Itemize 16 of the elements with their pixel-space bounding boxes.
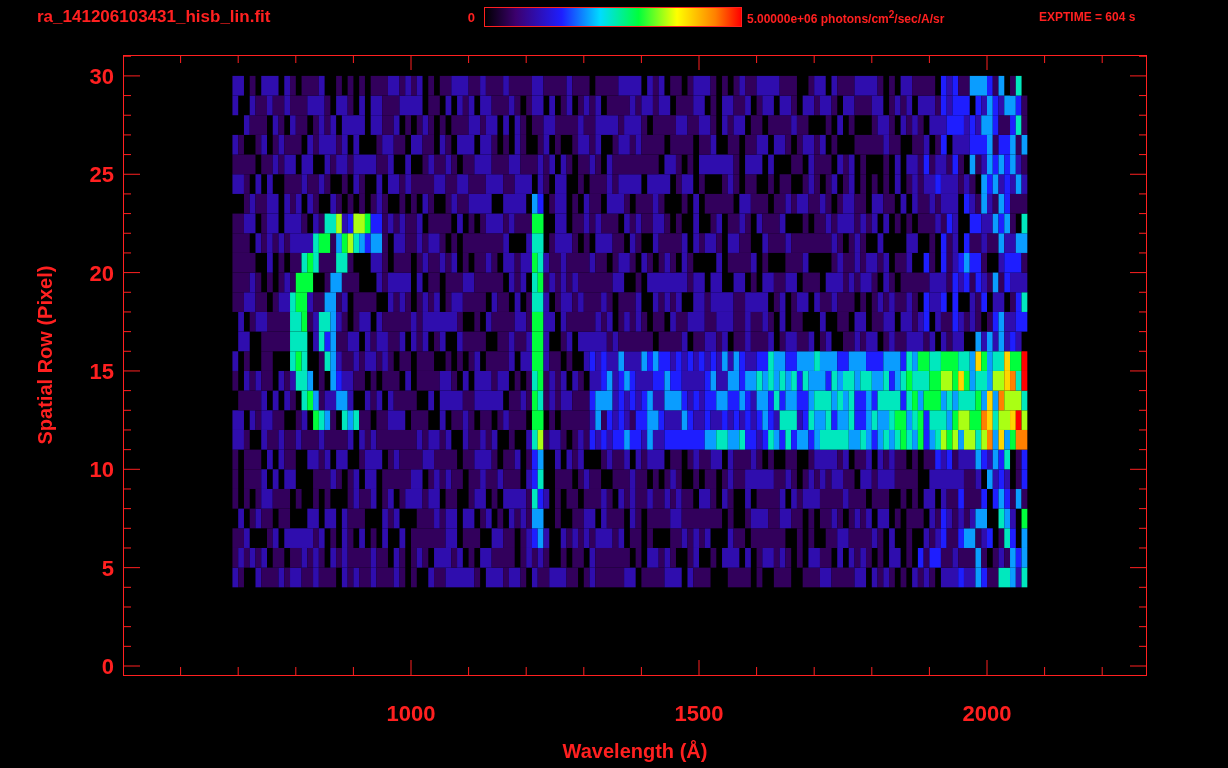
y-axis-title: Spatial Row (Pixel) bbox=[34, 265, 56, 445]
y-tick-label: 15 bbox=[89, 358, 114, 384]
y-tick-label: 0 bbox=[101, 654, 114, 679]
x-tick-label: 2000 bbox=[962, 701, 1012, 726]
x-axis-title: Wavelength (Å) bbox=[562, 740, 708, 762]
x-tick-label: 1000 bbox=[386, 701, 436, 726]
file-title: ra_141206103431_hisb_lin.fit bbox=[37, 7, 272, 27]
exposure-time: EXPTIME = 604 s bbox=[1039, 10, 1136, 24]
y-tick-label: 5 bbox=[101, 555, 114, 581]
y-tick-label: 10 bbox=[89, 457, 114, 483]
colorbar-min-label: 0 bbox=[466, 9, 475, 25]
y-tick-label: 25 bbox=[89, 162, 114, 188]
x-tick-label: 1500 bbox=[674, 701, 724, 726]
y-tick-label: 20 bbox=[89, 260, 114, 286]
y-tick-label: 30 bbox=[89, 63, 114, 89]
colorbar-max-label: 5.00000e+06 photons/cm$^{2}$/sec/A/sr bbox=[747, 8, 946, 26]
